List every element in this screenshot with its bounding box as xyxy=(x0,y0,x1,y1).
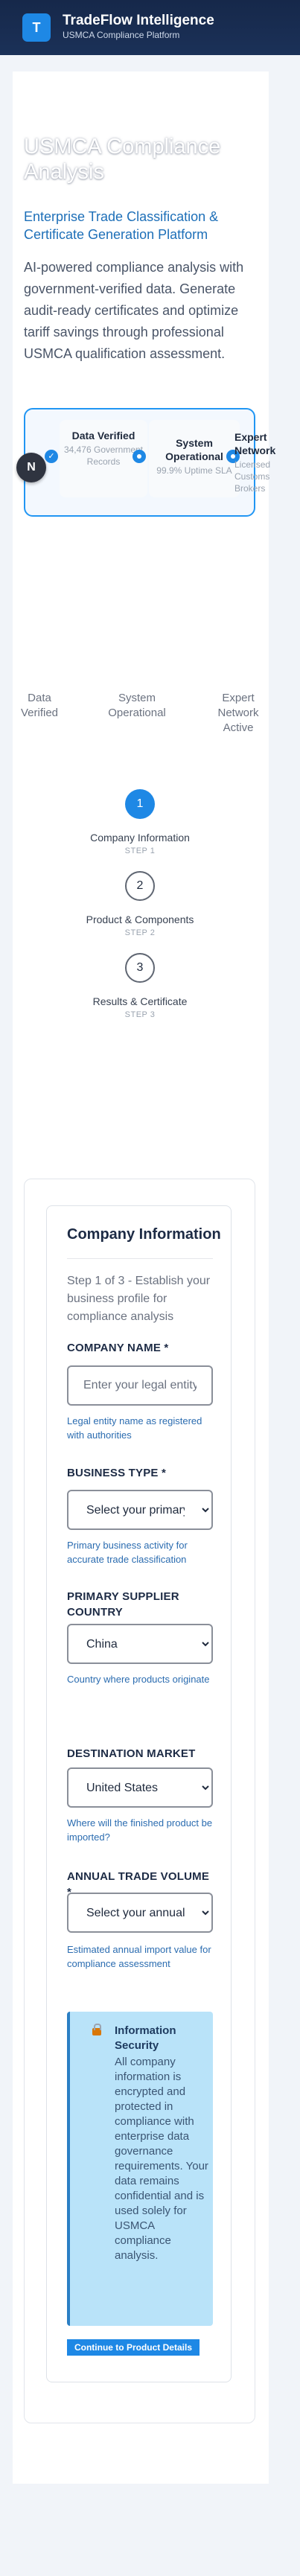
supplier-country-select[interactable]: China xyxy=(67,1624,213,1664)
step-indicator-3[interactable]: 3 Results & Certificate STEP 3 xyxy=(0,953,280,1019)
step-indicator-1[interactable]: 1 Company Information STEP 1 xyxy=(0,789,280,855)
form-intro: Step 1 of 3 - Establish your business pr… xyxy=(67,1275,211,1323)
step-tag: STEP 3 xyxy=(124,1010,156,1019)
company-name-input[interactable] xyxy=(67,1365,213,1406)
hero-title: USMCA Compliance Analysis xyxy=(24,135,221,184)
step-number: 2 xyxy=(125,871,155,901)
check-icon: ✓ xyxy=(45,450,58,463)
business-type-label: BUSINESS TYPE * xyxy=(67,1467,167,1479)
stat-subtitle: 99.9% Uptime SLA xyxy=(156,465,232,476)
destination-market-select[interactable]: United States xyxy=(67,1767,213,1808)
brand-subtitle: USMCA Compliance Platform xyxy=(63,30,180,40)
stat-title: Expert Network xyxy=(234,431,276,456)
security-body: All company information is encrypted and… xyxy=(115,2056,208,2262)
step-name: Company Information xyxy=(90,832,190,844)
supplier-country-label: PRIMARY SUPPLIER COUNTRY xyxy=(67,1590,179,1619)
hero-subtitle: Enterprise Trade Classification & Certif… xyxy=(24,209,219,242)
app-header: T TradeFlow Intelligence USMCA Complianc… xyxy=(0,0,300,55)
company-name-help: Legal entity name as registered with aut… xyxy=(67,1415,202,1441)
step-tag: STEP 1 xyxy=(124,847,156,855)
business-type-select[interactable]: Select your primary business type xyxy=(67,1490,213,1530)
stats-strip: ✓ Data Verified 34,476 Government Record… xyxy=(16,408,275,517)
destination-market-label: DESTINATION MARKET xyxy=(67,1747,196,1760)
trade-volume-select[interactable]: Select your annual trade volume xyxy=(67,1893,213,1933)
stat-title: System Operational xyxy=(165,437,223,462)
lock-icon xyxy=(92,2024,101,2035)
stat-title: Data Verified xyxy=(71,430,135,441)
avatar[interactable]: N xyxy=(16,453,46,482)
stat-expert-network: Expert Network Licensed Customs Brokers xyxy=(234,420,279,497)
status-item: System Operational xyxy=(108,692,166,719)
divider xyxy=(67,1258,213,1259)
form-title: Company Information xyxy=(67,1226,221,1243)
step-number: 1 xyxy=(125,789,155,819)
step-name: Product & Components xyxy=(86,914,194,925)
company-name-label: COMPANY NAME * xyxy=(67,1342,169,1354)
brand-title[interactable]: TradeFlow Intelligence xyxy=(63,13,214,29)
status-dot-icon xyxy=(133,450,146,463)
security-notice: Information Security All company informa… xyxy=(67,2012,213,2326)
step-number: 3 xyxy=(125,953,155,983)
supplier-country-help: Country where products originate xyxy=(67,1674,210,1685)
security-title: Information Security xyxy=(115,2024,176,2052)
trade-volume-help: Estimated annual import value for compli… xyxy=(67,1944,211,1969)
step-name: Results & Certificate xyxy=(92,995,188,1007)
stat-subtitle: Licensed Customs Brokers xyxy=(234,459,271,494)
business-type-help: Primary business activity for accurate t… xyxy=(67,1540,188,1565)
status-item: Data Verified xyxy=(20,692,59,719)
step-tag: STEP 2 xyxy=(124,928,156,937)
destination-market-help: Where will the finished product be impor… xyxy=(67,1817,213,1843)
continue-button[interactable]: Continue to Product Details xyxy=(67,2339,200,2356)
step-indicator-2[interactable]: 2 Product & Components STEP 2 xyxy=(0,871,280,937)
logo-icon: T xyxy=(22,13,51,42)
status-item: Expert Network Active xyxy=(217,692,259,734)
status-row: Data Verified System Operational Expert … xyxy=(0,685,300,745)
hero-description: AI-powered compliance analysis with gove… xyxy=(24,260,244,361)
